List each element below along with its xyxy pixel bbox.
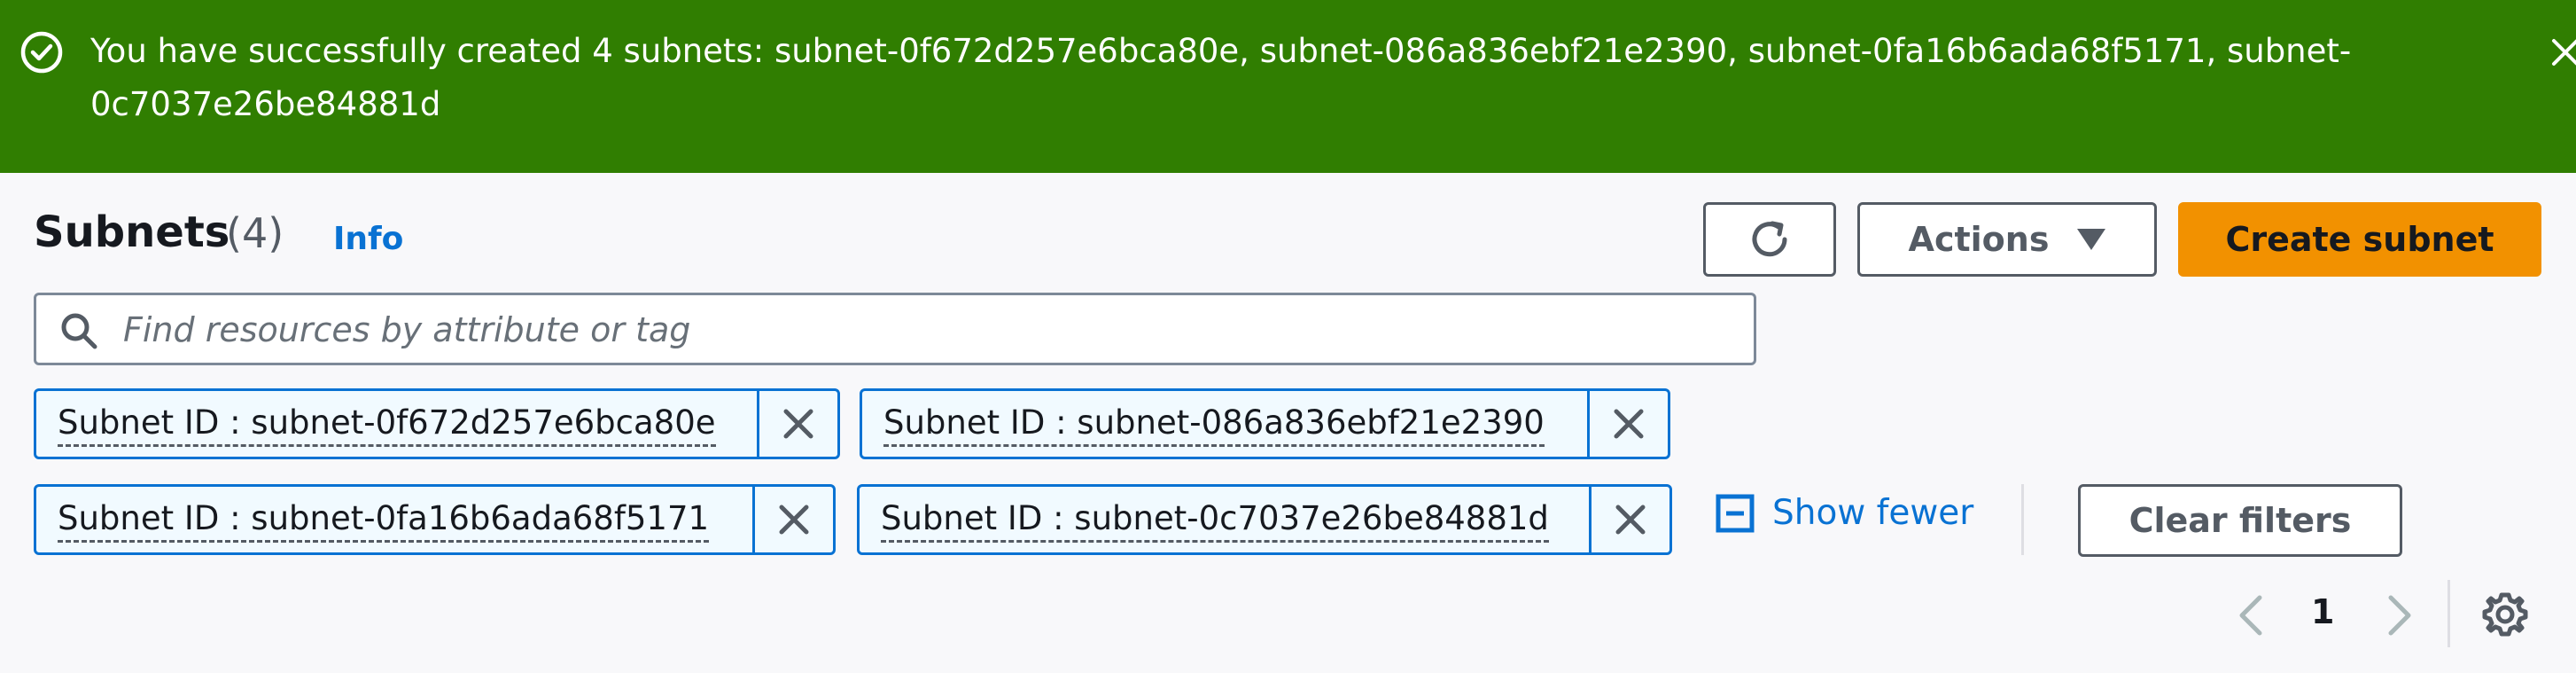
remove-filter-button[interactable] [1587, 391, 1668, 457]
clear-filters-button[interactable]: Clear filters [2078, 484, 2402, 557]
close-icon [1614, 409, 1644, 439]
filter-token-label[interactable]: Subnet ID : subnet-0f672d257e6bca80e [58, 402, 716, 447]
close-icon [1615, 505, 1646, 535]
divider [2448, 580, 2450, 647]
filter-token-label[interactable]: Subnet ID : subnet-086a836ebf21e2390 [883, 402, 1545, 447]
show-fewer-button[interactable]: Show fewer [1716, 493, 1973, 533]
current-page-number[interactable]: 1 [2311, 592, 2334, 631]
search-input[interactable] [121, 302, 1738, 357]
flash-message: You have successfully created 4 subnets:… [90, 32, 2352, 123]
check-circle-icon [20, 31, 63, 74]
info-link[interactable]: Info [333, 221, 403, 257]
resource-count: (4) [226, 209, 284, 257]
create-subnet-button[interactable]: Create subnet [2178, 202, 2541, 277]
success-flash-banner: You have successfully created 4 subnets:… [0, 0, 2576, 173]
remove-filter-button[interactable] [757, 391, 837, 457]
caret-down-icon [2077, 229, 2106, 250]
close-icon[interactable] [2550, 37, 2576, 67]
search-box [34, 293, 1756, 365]
filter-token-label[interactable]: Subnet ID : subnet-0fa16b6ada68f5171 [58, 497, 710, 543]
close-icon [783, 409, 813, 439]
gear-icon[interactable] [2481, 591, 2529, 638]
search-icon [61, 313, 97, 349]
page-title: Subnets [34, 207, 230, 257]
filter-token: Subnet ID : subnet-086a836ebf21e2390 [860, 388, 1670, 459]
chevron-right-icon[interactable] [2384, 592, 2416, 638]
remove-filter-button[interactable] [1589, 487, 1669, 552]
filter-token: Subnet ID : subnet-0c7037e26be84881d [857, 484, 1672, 555]
close-icon [779, 505, 809, 535]
show-fewer-label: Show fewer [1772, 493, 1974, 533]
filter-token: Subnet ID : subnet-0fa16b6ada68f5171 [34, 484, 836, 555]
remove-filter-button[interactable] [752, 487, 833, 552]
chevron-left-icon[interactable] [2235, 592, 2267, 638]
actions-button[interactable]: Actions [1857, 202, 2157, 277]
divider [2021, 484, 2024, 555]
collapse-icon [1716, 494, 1755, 532]
refresh-icon [1752, 221, 1787, 257]
actions-label: Actions [1908, 220, 2050, 259]
refresh-button[interactable] [1703, 202, 1836, 277]
filter-token: Subnet ID : subnet-0f672d257e6bca80e [34, 388, 840, 459]
filter-token-label[interactable]: Subnet ID : subnet-0c7037e26be84881d [881, 497, 1549, 543]
